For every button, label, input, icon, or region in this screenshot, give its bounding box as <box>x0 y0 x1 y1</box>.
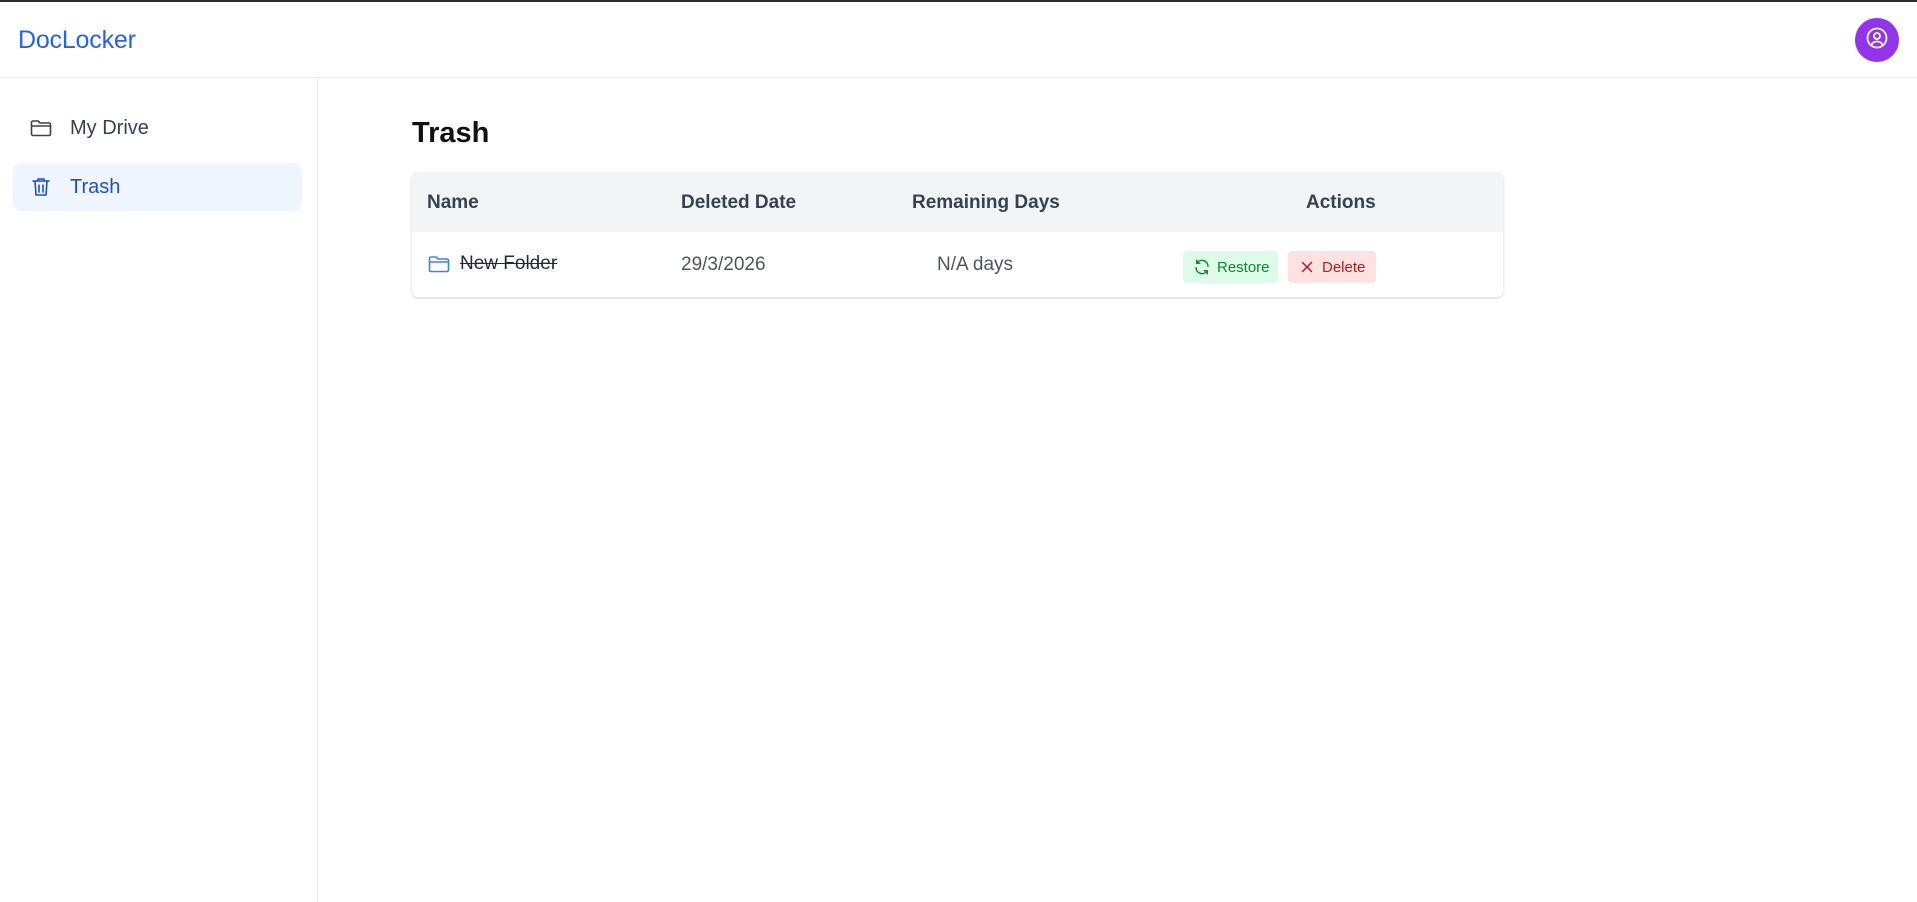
sidebar: My Drive Trash <box>0 79 318 902</box>
name-cell: New Folder <box>427 252 557 276</box>
restore-button[interactable]: Restore <box>1183 251 1278 283</box>
user-avatar-button[interactable] <box>1855 18 1899 62</box>
column-header-actions: Actions <box>1306 192 1376 213</box>
table-header: Name Deleted Date Remaining Days Actions <box>412 172 1503 232</box>
main-content: Trash Name Deleted Date Remaining Days A… <box>319 79 1917 902</box>
folder-icon <box>427 252 451 276</box>
delete-button-label: Delete <box>1322 258 1366 276</box>
sidebar-item-trash[interactable]: Trash <box>13 163 302 211</box>
refresh-icon <box>1193 258 1211 276</box>
table-row: New Folder 29/3/2026 N/A days Restore De… <box>412 232 1503 297</box>
column-header-remaining-days: Remaining Days <box>912 192 1060 213</box>
trash-icon <box>28 174 54 200</box>
brand-logo[interactable]: DocLocker <box>18 26 136 55</box>
trash-table: Name Deleted Date Remaining Days Actions… <box>412 172 1503 297</box>
remaining-days-cell: N/A days <box>937 254 1014 275</box>
column-header-name: Name <box>427 192 479 213</box>
page-title: Trash <box>412 117 490 149</box>
close-icon <box>1298 258 1316 276</box>
sidebar-item-label: My Drive <box>70 116 149 139</box>
app-header: DocLocker <box>0 2 1917 78</box>
column-header-deleted-date: Deleted Date <box>681 192 797 213</box>
user-circle-icon <box>1865 26 1889 55</box>
folder-icon <box>28 115 54 141</box>
sidebar-item-my-drive[interactable]: My Drive <box>13 104 302 152</box>
item-name: New Folder <box>460 253 558 274</box>
deleted-date-cell: 29/3/2026 <box>681 254 766 275</box>
sidebar-item-label: Trash <box>70 175 121 198</box>
delete-button[interactable]: Delete <box>1288 251 1376 283</box>
restore-button-label: Restore <box>1217 258 1270 276</box>
